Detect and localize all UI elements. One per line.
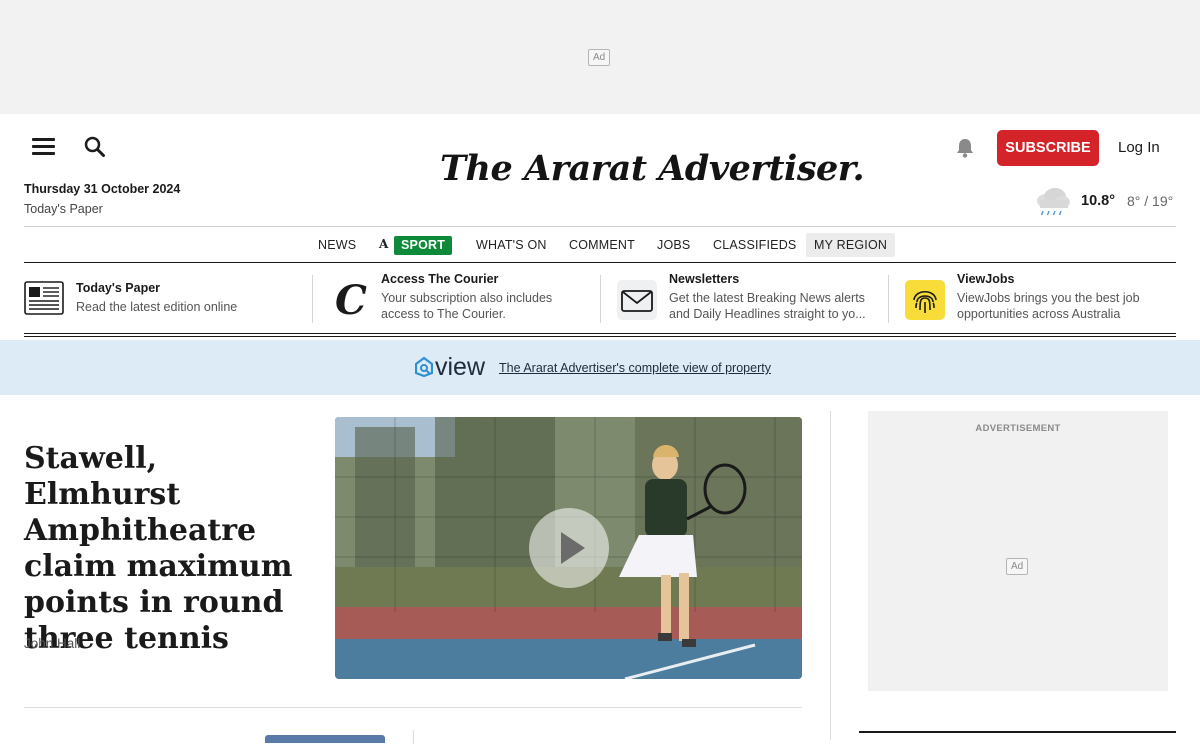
promo-divider-top — [24, 333, 1176, 334]
promo-desc: Read the latest edition online — [76, 300, 238, 314]
newspaper-icon — [24, 280, 64, 320]
article-byline[interactable]: John Hall — [24, 636, 80, 651]
bell-icon[interactable] — [955, 137, 975, 159]
play-icon[interactable] — [529, 508, 609, 588]
promo-title: Today's Paper — [76, 281, 161, 295]
ad-tag: Ad — [1006, 558, 1029, 575]
main-nav: NEWS A SPORT WHAT'S ON COMMENT JOBS CLAS… — [0, 233, 1200, 257]
nav-news[interactable]: NEWS — [318, 233, 356, 257]
view-property-banner[interactable]: view The Ararat Advertiser's complete vi… — [0, 340, 1200, 395]
nav-my-region[interactable]: MY REGION — [806, 233, 896, 257]
column-divider — [830, 411, 831, 740]
promo-viewjobs[interactable]: ViewJobs ViewJobs brings you the best jo… — [905, 272, 1175, 324]
promo-desc: Your subscription also includes access t… — [381, 291, 553, 321]
nav-divider — [24, 262, 1176, 263]
ad-tag: Ad — [588, 49, 611, 66]
promo-title: Newsletters — [669, 272, 740, 286]
login-link[interactable]: Log In — [1118, 138, 1160, 158]
current-date: Thursday 31 October 2024 — [24, 182, 181, 196]
promo-separator — [312, 275, 313, 323]
view-logo-text: view — [435, 353, 486, 381]
weather-temp-range: 8° / 19° — [1127, 193, 1174, 209]
view-property-link[interactable]: The Ararat Advertiser's complete view of… — [499, 361, 771, 375]
promo-separator — [888, 275, 889, 323]
fingerprint-icon — [905, 280, 945, 320]
next-article-thumbnail[interactable] — [265, 735, 385, 743]
nav-comment[interactable]: COMMENT — [569, 233, 635, 257]
promo-title: ViewJobs — [957, 272, 1015, 286]
article-headline[interactable]: Stawell, Elmhurst Amphitheatre claim max… — [24, 441, 314, 657]
promo-newsletters[interactable]: Newsletters Get the latest Breaking News… — [617, 272, 879, 324]
rain-cloud-icon — [1034, 186, 1072, 218]
nav-sport[interactable]: SPORT — [394, 236, 453, 255]
promo-separator — [600, 275, 601, 323]
search-icon[interactable] — [82, 134, 108, 160]
masthead-mini-icon: A — [379, 237, 389, 251]
column-separator — [413, 730, 414, 744]
subscribe-button[interactable]: SUBSCRIBE — [997, 130, 1099, 166]
article-video[interactable] — [335, 417, 802, 679]
promo-divider-bottom — [24, 336, 1176, 337]
promo-desc: Get the latest Breaking News alerts and … — [669, 291, 866, 321]
promo-access-courier[interactable]: C Access The Courier Your subscription a… — [333, 272, 593, 324]
promo-title: Access The Courier — [381, 272, 499, 286]
promo-desc: ViewJobs brings you the best job opportu… — [957, 291, 1140, 321]
nav-classifieds[interactable]: CLASSIFIEDS — [713, 233, 796, 257]
promo-todays-paper[interactable]: Today's Paper Read the latest edition on… — [24, 272, 304, 324]
nav-jobs[interactable]: JOBS — [657, 233, 690, 257]
sidebar-advertisement[interactable]: ADVERTISEMENT Ad — [868, 411, 1168, 691]
menu-icon[interactable] — [32, 138, 56, 156]
header-divider — [24, 226, 1176, 227]
envelope-icon — [617, 280, 657, 320]
top-ad-banner[interactable]: Ad — [0, 0, 1200, 114]
nav-whats-on[interactable]: WHAT'S ON — [476, 233, 547, 257]
sidebar-divider — [859, 731, 1176, 733]
advertisement-label: ADVERTISEMENT — [975, 423, 1061, 434]
article-divider — [24, 707, 802, 708]
masthead-logo[interactable]: The Ararat Advertiser. — [440, 140, 865, 198]
svg-text:C: C — [335, 280, 367, 320]
courier-logo-icon: C — [333, 277, 373, 324]
todays-paper-link[interactable]: Today's Paper — [24, 202, 103, 216]
weather-current-temp: 10.8° — [1081, 193, 1116, 209]
